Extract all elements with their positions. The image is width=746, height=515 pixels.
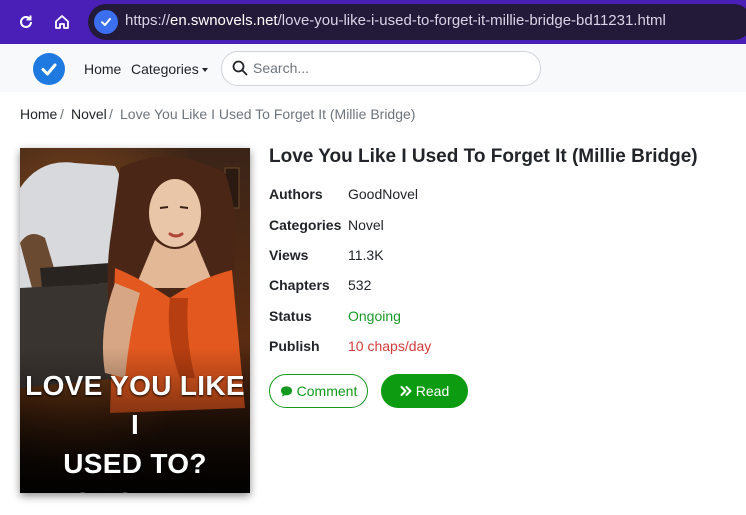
breadcrumb-novel[interactable]: Novel — [71, 106, 107, 122]
home-icon[interactable] — [50, 10, 74, 34]
authors-value[interactable]: GoodNovel — [348, 186, 418, 202]
breadcrumb-separator: / — [109, 106, 113, 122]
url-domain: en.swnovels.net — [170, 12, 278, 29]
site-logo-icon[interactable] — [33, 53, 65, 85]
publish-label: Publish — [269, 338, 320, 354]
views-label: Views — [269, 247, 309, 263]
nav-categories-dropdown[interactable]: Categories — [131, 61, 208, 77]
breadcrumb-home[interactable]: Home — [20, 106, 57, 122]
comment-icon — [280, 385, 292, 397]
chapters-label: Chapters — [269, 277, 330, 293]
views-value: 11.3K — [348, 247, 384, 263]
cover-line: LOVE YOU LIKE I — [25, 370, 245, 440]
cover-line: FORGET IT! — [20, 483, 250, 493]
address-url[interactable]: https://en.swnovels.net/love-you-like-i-… — [125, 12, 666, 29]
publish-value: 10 chaps/day — [348, 338, 432, 354]
nav-home-link[interactable]: Home — [84, 61, 121, 77]
search-icon — [232, 60, 248, 76]
read-button[interactable]: Read — [381, 374, 468, 408]
url-path: /love-you-like-i-used-to-forget-it-milli… — [277, 12, 666, 29]
nav-categories-label: Categories — [131, 61, 199, 77]
comment-button[interactable]: Comment — [269, 374, 368, 408]
comment-label: Comment — [296, 383, 358, 399]
search-input[interactable] — [253, 58, 523, 78]
book-title: Love You Like I Used To Forget It (Milli… — [269, 146, 698, 167]
url-scheme: https:// — [125, 12, 171, 29]
read-label: Read — [415, 383, 450, 399]
double-chevron-right-icon — [400, 386, 412, 396]
reload-icon[interactable] — [14, 10, 38, 34]
breadcrumb-separator: / — [60, 106, 64, 122]
site-badge-icon[interactable] — [94, 10, 118, 34]
cover-line: USED TO? — [63, 448, 207, 479]
search-box[interactable] — [221, 51, 541, 86]
status-label: Status — [269, 308, 312, 324]
breadcrumb-current: Love You Like I Used To Forget It (Milli… — [120, 106, 416, 122]
chapters-value: 532 — [348, 277, 372, 293]
browser-toolbar-controls: https://en.swnovels.net/love-you-like-i-… — [0, 0, 746, 44]
authors-label: Authors — [269, 186, 323, 202]
caret-down-icon — [201, 68, 208, 73]
categories-value[interactable]: Novel — [348, 217, 384, 233]
book-cover-title: LOVE YOU LIKE I USED TO? FORGET IT! — [20, 366, 250, 493]
book-cover[interactable]: LOVE YOU LIKE I USED TO? FORGET IT! — [20, 148, 250, 493]
status-value: Ongoing — [348, 308, 401, 324]
categories-label: Categories — [269, 217, 342, 233]
